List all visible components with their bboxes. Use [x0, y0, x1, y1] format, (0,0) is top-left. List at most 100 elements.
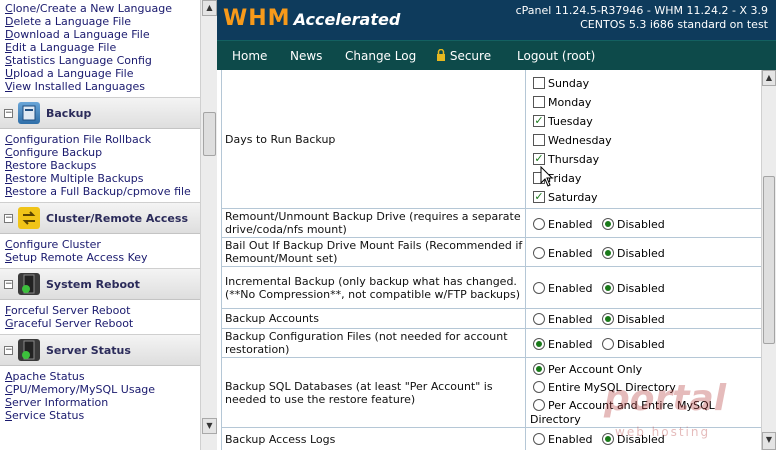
days-label: Days to Run Backup — [221, 70, 526, 208]
bailout-disabled-radio[interactable]: Disabled — [602, 246, 665, 260]
sidebar-link[interactable]: Apache Status — [0, 370, 200, 383]
radio-icon — [602, 433, 614, 445]
sidebar-link[interactable]: Delete a Language File — [0, 15, 200, 28]
category-cluster[interactable]: − Cluster/Remote Access — [0, 202, 200, 234]
config-enabled-radio[interactable]: Enabled — [533, 337, 592, 351]
sidebar-link[interactable]: Forceful Server Reboot — [0, 304, 200, 317]
sidebar-link[interactable]: Edit a Language File — [0, 41, 200, 54]
collapse-icon[interactable]: − — [4, 346, 13, 355]
link-hotkey-letter: S — [5, 54, 12, 67]
bailout-row: Bail Out If Backup Drive Mount Fails (Re… — [221, 238, 761, 267]
sql-per-account-radio[interactable]: Per Account Only — [533, 362, 642, 376]
sidebar-link[interactable]: Configure Backup — [0, 146, 200, 159]
logo-whm-text: WHM — [223, 6, 291, 31]
sidebar-link[interactable]: Server Information — [0, 396, 200, 409]
day-checkbox-sunday[interactable]: Sunday — [533, 76, 589, 95]
remount-enabled-radio[interactable]: Enabled — [533, 217, 592, 231]
sidebar-link[interactable]: Upload a Language File — [0, 67, 200, 80]
link-label: lone/Create a New Language — [12, 2, 172, 15]
scroll-thumb[interactable] — [203, 112, 216, 156]
option-label: Disabled — [617, 281, 665, 295]
link-label: ervice Status — [11, 409, 85, 422]
option-label: Per Account Only — [548, 362, 643, 376]
accounts-row: Backup Accounts Enabled Disabled — [221, 309, 761, 329]
sidebar-link[interactable]: Statistics Language Config — [0, 54, 200, 67]
sidebar-link[interactable]: Restore Backups — [0, 159, 200, 172]
category-status[interactable]: − Server Status — [0, 334, 200, 366]
scroll-up-arrow-icon[interactable]: ▲ — [762, 70, 776, 86]
link-label: raceful Server Reboot — [13, 317, 134, 330]
days-options: Sunday Monday ✓ Tuesday Wednesday ✓ Thursday Fr… — [527, 70, 761, 208]
option-label: Enabled — [548, 312, 593, 326]
sidebar-link[interactable]: Graceful Server Reboot — [0, 317, 200, 330]
days-row: Days to Run Backup Sunday Monday ✓ Tuesday W… — [221, 70, 761, 209]
day-checkbox-tuesday[interactable]: ✓ Tuesday — [533, 114, 593, 133]
link-hotkey-letter: C — [5, 238, 13, 251]
sidebar-link[interactable]: Restore a Full Backup/cpmove file — [0, 185, 200, 198]
nav-logout[interactable]: Logout (root) — [517, 49, 595, 63]
nav-secure[interactable]: Secure — [436, 48, 491, 64]
sidebar-link[interactable]: Setup Remote Access Key — [0, 251, 200, 264]
day-checkbox-saturday[interactable]: ✓ Saturday — [533, 190, 598, 209]
sidebar-link[interactable]: Service Status — [0, 409, 200, 422]
sidebar-link[interactable]: Configuration File Rollback — [0, 133, 200, 146]
category-label: Cluster/Remote Access — [46, 212, 188, 225]
radio-icon — [602, 247, 614, 259]
main-scrollbar[interactable]: ▲ ▼ — [761, 70, 776, 450]
reboot-links: Forceful Server Reboot Graceful Server Re… — [0, 304, 200, 330]
scroll-down-arrow-icon[interactable]: ▼ — [762, 432, 776, 450]
category-reboot[interactable]: − System Reboot — [0, 268, 200, 300]
option-label: Enabled — [548, 246, 593, 260]
accounts-disabled-radio[interactable]: Disabled — [602, 312, 665, 326]
mouse-pointer-icon — [540, 165, 554, 191]
remount-disabled-radio[interactable]: Disabled — [602, 217, 665, 231]
sidebar-link[interactable]: View Installed Languages — [0, 80, 200, 93]
scroll-thumb[interactable] — [763, 176, 775, 344]
incremental-disabled-radio[interactable]: Disabled — [602, 281, 665, 295]
collapse-icon[interactable]: − — [4, 109, 13, 118]
day-checkbox-wednesday[interactable]: Wednesday — [533, 133, 612, 152]
nav-news[interactable]: News — [290, 49, 322, 63]
accounts-label: Backup Accounts — [221, 309, 526, 328]
sidebar-scrollbar[interactable]: ▲ ▼ — [200, 0, 217, 450]
day-checkbox-monday[interactable]: Monday — [533, 95, 591, 114]
sidebar-link[interactable]: Restore Multiple Backups — [0, 172, 200, 185]
sidebar-link[interactable]: Configure Cluster — [0, 238, 200, 251]
day-label: Saturday — [548, 190, 598, 204]
scroll-down-arrow-icon[interactable]: ▼ — [202, 418, 217, 434]
category-label: System Reboot — [46, 278, 140, 291]
link-label: tatistics Language Config — [11, 54, 152, 67]
checkbox-checked-icon: ✓ — [533, 190, 545, 203]
collapse-icon[interactable]: − — [4, 280, 13, 289]
nav-changelog[interactable]: Change Log — [345, 49, 416, 63]
link-hotkey-letter: C — [5, 2, 13, 15]
day-label: Wednesday — [548, 133, 612, 147]
scroll-up-arrow-icon[interactable]: ▲ — [202, 0, 217, 16]
accounts-enabled-radio[interactable]: Enabled — [533, 312, 592, 326]
whm-logo: WHM Accelerated — [223, 6, 400, 34]
nav-home[interactable]: Home — [232, 49, 267, 63]
config-disabled-radio[interactable]: Disabled — [602, 337, 665, 351]
category-backup[interactable]: − Backup — [0, 97, 200, 129]
server-status-icon — [18, 339, 40, 361]
version-info: cPanel 11.24.5-R37946 - WHM 11.24.2 - X … — [516, 4, 768, 32]
lock-icon — [436, 48, 446, 64]
link-label: onfiguration File Rollback — [12, 133, 152, 146]
server-reboot-icon — [18, 273, 40, 295]
cluster-links: Configure Cluster Setup Remote Access Key — [0, 238, 200, 264]
link-label: ownload a Language File — [13, 28, 150, 41]
bailout-enabled-radio[interactable]: Enabled — [533, 246, 592, 260]
category-label: Backup — [46, 107, 92, 120]
incremental-enabled-radio[interactable]: Enabled — [533, 281, 592, 295]
collapse-icon[interactable]: − — [4, 214, 13, 223]
backup-links: Configuration File Rollback Configure Bac… — [0, 133, 200, 198]
link-label: onfigure Backup — [12, 146, 103, 159]
checkbox-checked-icon: ✓ — [533, 114, 545, 127]
sidebar-link[interactable]: Download a Language File — [0, 28, 200, 41]
sidebar-link[interactable]: Clone/Create a New Language — [0, 2, 200, 15]
radio-icon — [602, 338, 614, 350]
sidebar-link[interactable]: CPU/Memory/MySQL Usage — [0, 383, 200, 396]
incremental-label: Incremental Backup (only backup what has… — [221, 267, 526, 308]
option-label: Disabled — [617, 217, 665, 231]
access-logs-enabled-radio[interactable]: Enabled — [533, 432, 592, 446]
